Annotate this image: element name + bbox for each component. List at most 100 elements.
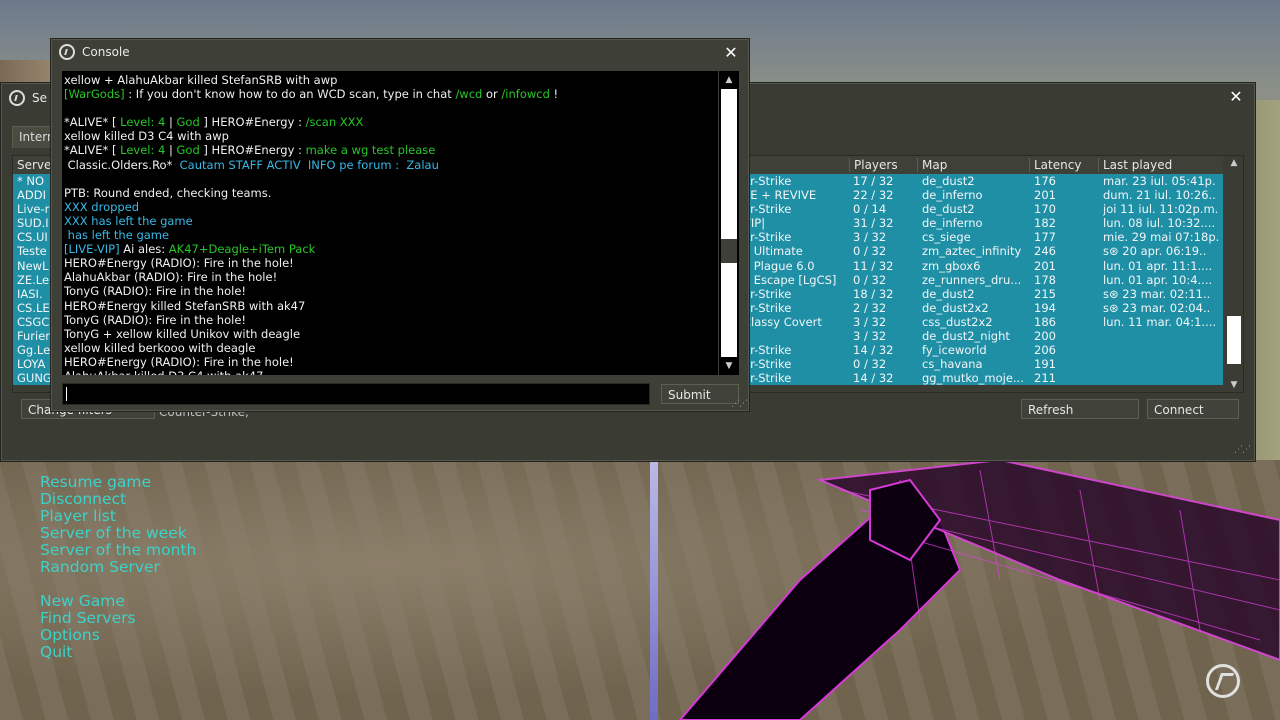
menu-item-server-of-the-week[interactable]: Server of the week bbox=[40, 525, 196, 542]
console-text-segment: HERO#Energy (RADIO): Fire in the hole! bbox=[64, 256, 294, 271]
console-text-segment: Ai ales: bbox=[119, 242, 169, 257]
menu-item-disconnect[interactable]: Disconnect bbox=[40, 491, 196, 508]
resize-grip-icon[interactable]: ⋰⋰ bbox=[731, 399, 748, 409]
column-header-last-played[interactable]: Last played bbox=[1098, 158, 1172, 172]
submit-button[interactable]: Submit bbox=[661, 384, 739, 404]
console-text-segment: AlahuAkbar (RADIO): Fire in the hole! bbox=[64, 270, 278, 285]
server-latency: 170 bbox=[1034, 202, 1056, 217]
scroll-down-icon[interactable]: ▼ bbox=[720, 359, 738, 373]
server-game: er-Strike bbox=[743, 357, 792, 372]
connect-button[interactable]: Connect bbox=[1147, 399, 1239, 419]
refresh-button[interactable]: Refresh bbox=[1021, 399, 1139, 419]
menu-item-player-list[interactable]: Player list bbox=[40, 508, 196, 525]
console-line: Classic.Olders.Ro* Cautam STAFF ACTIV IN… bbox=[64, 158, 718, 172]
console-text-segment: AlahuAkbar killed D3 C4 with ak47 bbox=[64, 369, 263, 375]
menu-item-options[interactable]: Options bbox=[40, 627, 196, 644]
close-icon[interactable]: ✕ bbox=[721, 43, 741, 63]
console-line: TonyG + xellow killed Unikov with deagle bbox=[64, 327, 718, 341]
close-icon[interactable]: ✕ bbox=[1226, 87, 1246, 107]
column-header-map[interactable]: Map bbox=[917, 158, 947, 172]
server-game: er-Strike bbox=[743, 202, 792, 217]
console-text-segment: | bbox=[165, 143, 177, 158]
server-game: er-Strike bbox=[743, 300, 792, 315]
console-text-segment: /scan XXX bbox=[305, 115, 364, 130]
scroll-down-icon[interactable]: ▼ bbox=[1225, 378, 1243, 392]
scrollbar-thumb[interactable] bbox=[721, 239, 737, 263]
console-text-segment: HERO#Energy killed StefanSRB with ak47 bbox=[64, 298, 306, 313]
server-last-played: dum. 21 iul. 10:26.. bbox=[1103, 188, 1216, 203]
console-line: TonyG (RADIO): Fire in the hole! bbox=[64, 313, 718, 327]
server-map: zm_aztec_infinity bbox=[922, 244, 1022, 259]
console-line: [WarGods] : If you don't know how to do … bbox=[64, 87, 718, 101]
console-command-input[interactable] bbox=[62, 383, 650, 405]
server-latency: 182 bbox=[1034, 216, 1056, 231]
server-map: ze_runners_dru... bbox=[922, 272, 1022, 287]
column-header-servers[interactable]: Serve bbox=[13, 158, 51, 172]
server-latency: 177 bbox=[1034, 230, 1056, 245]
server-game: e Escape [LgCS] bbox=[743, 272, 837, 287]
console-text-segment: ] HERO bbox=[199, 143, 245, 158]
cs-logo-icon bbox=[1206, 664, 1240, 698]
cs-logo-icon bbox=[9, 90, 25, 106]
scrollbar-thumb[interactable] bbox=[1227, 316, 1241, 364]
server-last-played: lun. 01 apr. 11:1.... bbox=[1103, 258, 1213, 273]
server-map: de_dust2x2 bbox=[922, 300, 989, 315]
server-map: de_dust2 bbox=[922, 286, 975, 301]
console-text-segment: or bbox=[482, 87, 502, 102]
console-line: xellow + AlahuAkbar killed StefanSRB wit… bbox=[64, 73, 718, 87]
server-latency: 206 bbox=[1034, 343, 1056, 358]
column-header-latency[interactable]: Latency bbox=[1029, 158, 1081, 172]
server-players: 14 / 32 bbox=[853, 343, 894, 358]
server-latency: 194 bbox=[1034, 300, 1056, 315]
server-latency: 215 bbox=[1034, 286, 1056, 301]
scroll-up-icon[interactable]: ▲ bbox=[1225, 156, 1243, 170]
resize-grip-icon[interactable]: ⋰⋰ bbox=[1234, 445, 1251, 455]
console-line: xellow killed berkooo with deagle bbox=[64, 341, 718, 355]
scrollbar-track[interactable] bbox=[721, 89, 737, 357]
server-last-played: joi 11 iul. 11:02p.m. bbox=[1103, 202, 1219, 217]
console-line: HERO#Energy killed StefanSRB with ak47 bbox=[64, 299, 718, 313]
menu-item-server-of-the-month[interactable]: Server of the month bbox=[40, 542, 196, 559]
server-players: 3 / 32 bbox=[853, 329, 887, 344]
cs-logo-icon bbox=[59, 44, 75, 60]
console-titlebar[interactable]: Console bbox=[51, 39, 749, 65]
menu-item-new-game[interactable]: New Game bbox=[40, 593, 196, 610]
menu-item-random-server[interactable]: Random Server bbox=[40, 559, 196, 576]
server-browser-titlebar[interactable]: Se bbox=[1, 85, 47, 111]
console-text-segment: TonyG + xellow killed Unikov with deagle bbox=[64, 326, 301, 341]
console-output: xellow + AlahuAkbar killed StefanSRB wit… bbox=[62, 71, 718, 375]
server-last-played: s⊛ 23 mar. 02:04.. bbox=[1103, 300, 1211, 315]
server-last-played: lun. 01 apr. 10:4.... bbox=[1103, 272, 1213, 287]
console-text-segment: XXX dropped bbox=[64, 199, 140, 214]
server-game: er-Strike bbox=[743, 343, 792, 358]
console-text-segment: xellow + AlahuAkbar killed StefanSRB wit… bbox=[64, 73, 338, 87]
column-header-players[interactable]: Players bbox=[849, 158, 898, 172]
console-text-segment: # bbox=[244, 115, 255, 130]
server-latency: 191 bbox=[1034, 357, 1056, 372]
main-menu: Resume game Disconnect Player list Server o… bbox=[40, 474, 196, 661]
console-scrollbar[interactable]: ▲ ▼ bbox=[719, 71, 739, 375]
console-text-segment: TonyG (RADIO): Fire in the hole! bbox=[64, 284, 247, 299]
server-players: 0 / 32 bbox=[853, 244, 887, 259]
console-text-segment: # bbox=[244, 143, 255, 158]
server-map: cs_havana bbox=[922, 357, 983, 372]
menu-item-find-servers[interactable]: Find Servers bbox=[40, 610, 196, 627]
server-last-played: s⊛ 23 mar. 02:11.. bbox=[1103, 286, 1211, 301]
console-text-segment: /wcd bbox=[455, 87, 483, 102]
console-text-segment: Level: 4 bbox=[120, 143, 166, 158]
console-line: HERO#Energy (RADIO): Fire in the hole! bbox=[64, 256, 718, 270]
scroll-up-icon[interactable]: ▲ bbox=[720, 73, 738, 87]
server-list-scrollbar[interactable]: ▲ ▼ bbox=[1225, 156, 1243, 392]
console-text-segment: HERO#Energy (RADIO): Fire in the hole! bbox=[64, 354, 294, 369]
menu-item-quit[interactable]: Quit bbox=[40, 644, 196, 661]
server-latency: 178 bbox=[1034, 272, 1056, 287]
server-players: 0 / 32 bbox=[853, 357, 887, 372]
server-map: de_inferno bbox=[922, 188, 983, 203]
server-players: 14 / 32 bbox=[853, 371, 894, 386]
menu-item-resume-game[interactable]: Resume game bbox=[40, 474, 196, 491]
server-map: zm_gbox6 bbox=[922, 258, 981, 273]
console-line: AlahuAkbar (RADIO): Fire in the hole! bbox=[64, 270, 718, 284]
server-map: de_inferno bbox=[922, 216, 983, 231]
console-text-segment: ] HERO bbox=[199, 115, 245, 130]
